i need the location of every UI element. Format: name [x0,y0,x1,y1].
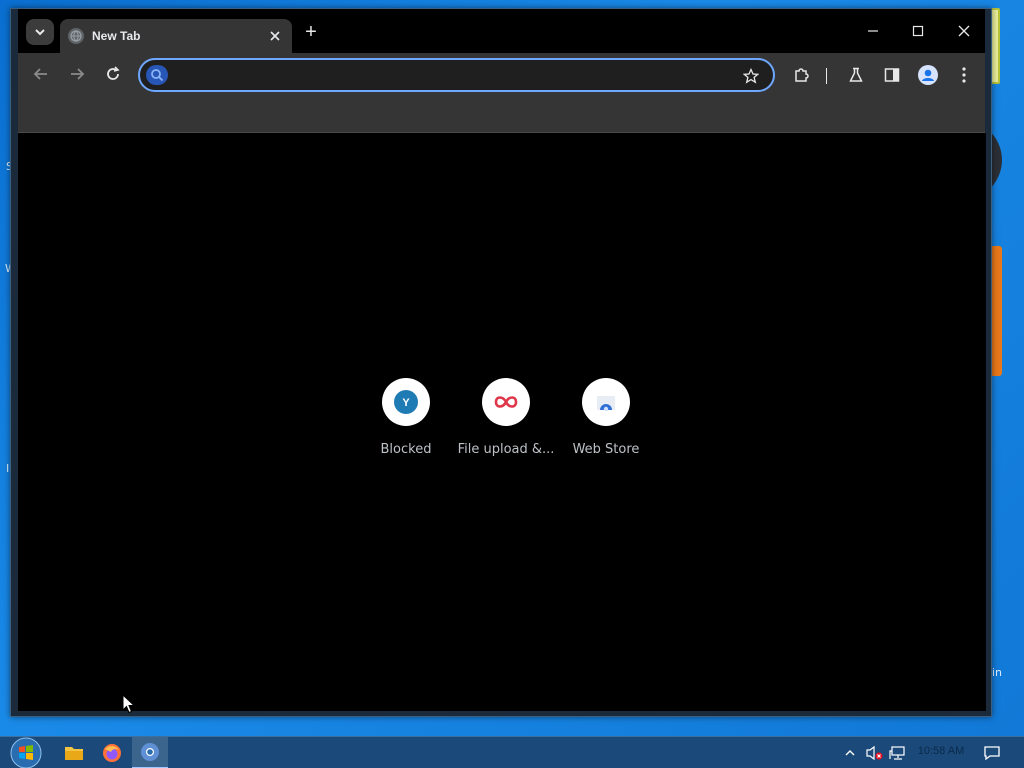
web-store-icon [597,396,615,412]
profile-avatar-icon [918,65,938,85]
forward-arrow-icon [71,68,85,80]
network-icon [889,746,905,760]
volume-button[interactable] [864,743,884,763]
back-button[interactable] [28,61,54,87]
shortcut-blocked[interactable]: Y Blocked [356,378,456,468]
globe-icon [68,28,84,44]
firefox-icon [103,744,121,762]
volume-muted-icon [866,745,883,761]
star-icon [743,68,759,84]
tab-title: New Tab [92,29,141,43]
shortcut-label: File upload &... [457,442,555,457]
shortcut-letter: Y [402,397,410,409]
action-center-button[interactable] [982,743,1002,763]
new-tab-button[interactable]: + [300,21,322,43]
windows-start-icon [10,737,42,768]
kebab-menu-icon [962,67,966,83]
browser-toolbar [18,53,985,133]
minimize-icon [868,30,878,32]
bookmark-button[interactable] [741,66,761,86]
tab-new-tab[interactable]: New Tab [60,19,292,53]
desktop-edge-label: I [6,462,10,475]
taskbar-file-explorer[interactable] [56,737,92,768]
menu-button[interactable] [950,58,978,92]
shortcut-web-store[interactable]: Web Store [556,378,656,468]
forward-button[interactable] [64,61,90,87]
start-button[interactable] [6,737,46,768]
red-loop-icon [494,396,518,408]
taskbar: 10:58 AM [0,736,1024,768]
extensions-button[interactable] [788,58,816,92]
shortcut-label: Web Store [572,442,640,457]
file-explorer-icon [65,747,83,760]
maximize-icon [912,25,924,37]
browser-window: New Tab + Y Blocked File upload &... Web… [10,8,992,717]
notification-icon [984,746,1000,761]
shortcut-tile: Y [382,378,430,426]
address-input[interactable] [174,64,734,88]
show-hidden-icons-button[interactable] [840,743,860,763]
tab-search-button[interactable] [26,19,54,45]
flask-icon [849,67,863,82]
shortcut-tile [482,378,530,426]
close-window-button[interactable] [944,19,984,43]
reload-button[interactable] [100,61,126,87]
omnibox[interactable] [138,58,775,92]
shortcut-file-upload[interactable]: File upload &... [456,378,556,468]
side-panel-icon [884,68,900,82]
taskbar-chrome[interactable] [132,737,168,768]
tab-strip: New Tab + [18,9,985,53]
shortcut-tile [582,378,630,426]
search-icon [146,65,168,85]
back-arrow-icon [33,68,47,80]
reload-icon [107,66,120,80]
shortcuts-grid: Y Blocked File upload &... Web Store [356,378,656,468]
desktop-edge-label: in [992,666,1003,679]
taskbar-firefox[interactable] [94,737,130,768]
puzzle-icon [795,68,809,82]
y-letter-icon: Y [394,390,418,414]
profile-button[interactable] [914,58,942,92]
close-icon [958,25,970,37]
chrome-icon [141,743,159,761]
labs-button[interactable] [842,58,870,92]
maximize-button[interactable] [898,19,938,43]
mouse-cursor-icon [122,694,136,714]
network-button[interactable] [888,743,908,763]
close-icon[interactable] [266,28,284,44]
minimize-button[interactable] [853,19,893,43]
toolbar-separator [826,68,827,84]
side-panel-button[interactable] [878,58,906,92]
chevron-up-icon [845,750,855,756]
taskbar-clock[interactable]: 10:58 AM [912,745,970,761]
chevron-down-icon [35,29,45,36]
new-tab-page: Y Blocked File upload &... Web Store [18,133,986,711]
shortcut-label: Blocked [380,442,432,457]
